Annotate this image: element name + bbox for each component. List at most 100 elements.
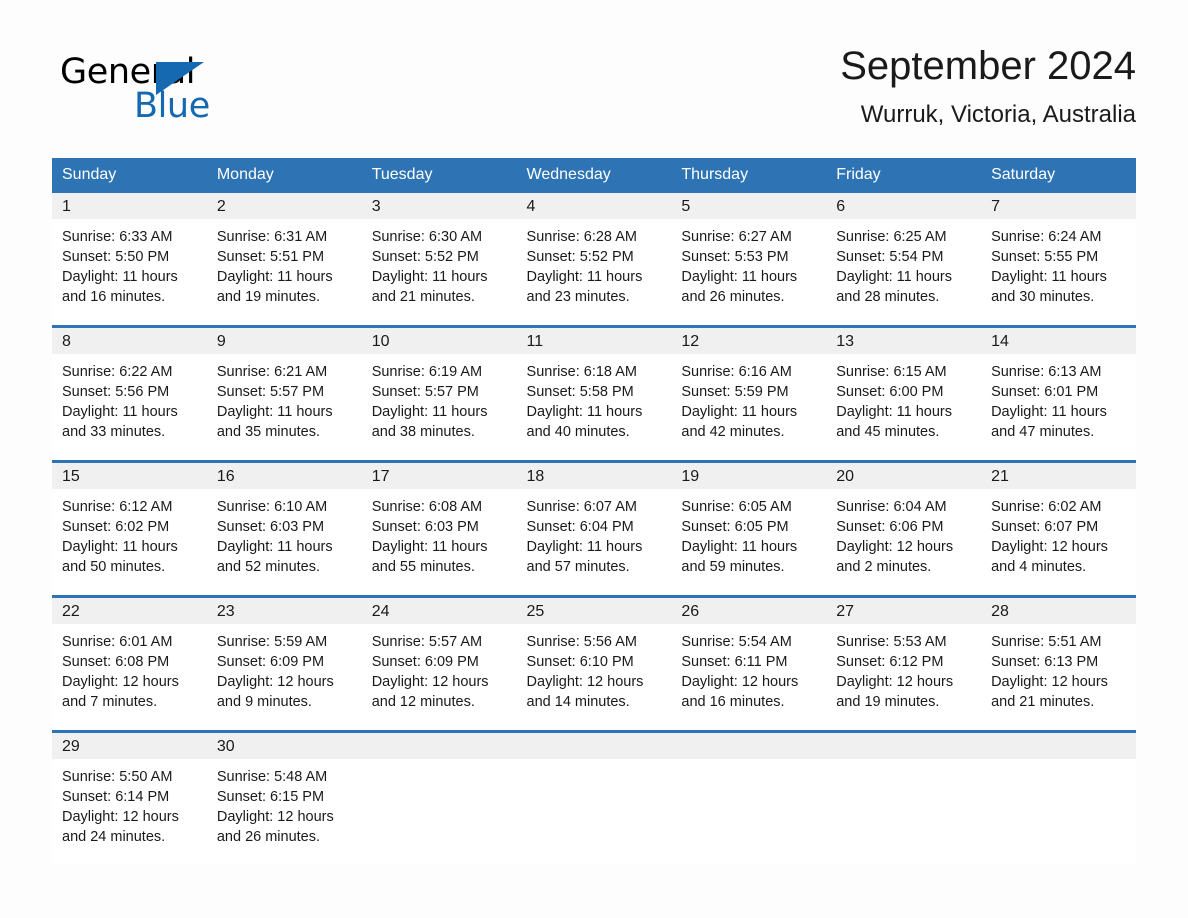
day-cell-inner: 29 Sunrise: 5:50 AM Sunset: 6:14 PM Dayl… [52, 733, 207, 865]
sunset-text: Sunset: 6:08 PM [62, 654, 170, 670]
daylight-text: Daylight: 12 hours and 24 minutes. [62, 809, 179, 845]
sunset-text: Sunset: 5:57 PM [371, 384, 479, 400]
calendar-day-cell[interactable]: 1 Sunrise: 6:33 AM Sunset: 5:50 PM Dayli… [52, 193, 207, 327]
calendar-day-cell[interactable]: 18 Sunrise: 6:07 AM Sunset: 6:04 PM Dayl… [516, 460, 672, 597]
calendar-day-cell[interactable]: 17 Sunrise: 6:08 AM Sunset: 6:03 PM Dayl… [361, 460, 517, 597]
sunrise-text: Sunrise: 6:10 AM [216, 499, 328, 515]
day-number: 6 [826, 193, 982, 219]
calendar-day-cell[interactable]: 21 Sunrise: 6:02 AM Sunset: 6:07 PM Dayl… [981, 460, 1136, 597]
calendar-week-row: 29 Sunrise: 5:50 AM Sunset: 6:14 PM Dayl… [52, 730, 1136, 865]
day-number: 2 [206, 193, 362, 219]
title-block: September 2024 Wurruk, Victoria, Austral… [840, 40, 1136, 132]
day-number: 28 [981, 598, 1136, 624]
sunrise-text: Sunrise: 6:24 AM [991, 229, 1102, 245]
day-number: 20 [826, 463, 982, 489]
day-cell-inner: 21 Sunrise: 6:02 AM Sunset: 6:07 PM Dayl… [981, 463, 1136, 595]
calendar-day-cell[interactable]: 27 Sunrise: 5:53 AM Sunset: 6:12 PM Dayl… [826, 595, 982, 732]
sunset-text: Sunset: 6:02 PM [62, 519, 170, 535]
day-details: Sunrise: 6:21 AM Sunset: 5:57 PM Dayligh… [207, 354, 362, 442]
calendar-week-row: 22 Sunrise: 6:01 AM Sunset: 6:08 PM Dayl… [52, 595, 1136, 732]
calendar-day-cell[interactable]: 13 Sunrise: 6:15 AM Sunset: 6:00 PM Dayl… [826, 325, 982, 462]
day-number: 23 [206, 598, 362, 624]
sunrise-text: Sunrise: 6:05 AM [681, 499, 792, 515]
sunrise-text: Sunrise: 6:01 AM [62, 634, 173, 650]
sunset-text: Sunset: 5:55 PM [991, 249, 1099, 265]
sunrise-text: Sunrise: 6:31 AM [216, 229, 328, 245]
calendar-day-cell[interactable]: 25 Sunrise: 5:56 AM Sunset: 6:10 PM Dayl… [516, 595, 672, 732]
sunrise-text: Sunrise: 6:28 AM [526, 229, 637, 245]
calendar-day-cell[interactable]: 30 Sunrise: 5:48 AM Sunset: 6:15 PM Dayl… [206, 730, 362, 865]
sunrise-text: Sunrise: 6:22 AM [62, 364, 173, 380]
calendar-day-cell[interactable]: 11 Sunrise: 6:18 AM Sunset: 5:58 PM Dayl… [516, 325, 672, 462]
sunrise-text: Sunrise: 6:27 AM [681, 229, 792, 245]
sunset-text: Sunset: 5:56 PM [62, 384, 170, 400]
day-cell-inner: 25 Sunrise: 5:56 AM Sunset: 6:10 PM Dayl… [516, 598, 672, 730]
day-number: 11 [516, 328, 672, 354]
sunrise-text: Sunrise: 6:21 AM [216, 364, 328, 380]
day-number: 5 [671, 193, 827, 219]
day-details: Sunrise: 6:19 AM Sunset: 5:57 PM Dayligh… [362, 354, 517, 442]
sunrise-text: Sunrise: 6:08 AM [371, 499, 483, 515]
calendar-day-cell[interactable]: 7 Sunrise: 6:24 AM Sunset: 5:55 PM Dayli… [981, 193, 1136, 327]
daylight-text: Daylight: 12 hours and 21 minutes. [991, 674, 1108, 710]
calendar-day-cell[interactable]: 2 Sunrise: 6:31 AM Sunset: 5:51 PM Dayli… [206, 193, 362, 327]
sunset-text: Sunset: 6:14 PM [62, 789, 170, 805]
day-details: Sunrise: 6:25 AM Sunset: 5:54 PM Dayligh… [826, 219, 981, 307]
daylight-text: Daylight: 11 hours and 40 minutes. [526, 404, 643, 440]
calendar-day-cell[interactable]: 20 Sunrise: 6:04 AM Sunset: 6:06 PM Dayl… [826, 460, 982, 597]
day-cell-inner: 4 Sunrise: 6:28 AM Sunset: 5:52 PM Dayli… [516, 193, 672, 325]
calendar-day-cell[interactable]: 3 Sunrise: 6:30 AM Sunset: 5:52 PM Dayli… [361, 193, 517, 327]
sunrise-text: Sunrise: 5:54 AM [681, 634, 792, 650]
day-cell-inner [981, 733, 1136, 865]
day-cell-inner: 27 Sunrise: 5:53 AM Sunset: 6:12 PM Dayl… [826, 598, 982, 730]
daylight-text: Daylight: 11 hours and 26 minutes. [681, 269, 798, 305]
daylight-text: Daylight: 12 hours and 12 minutes. [371, 674, 489, 710]
calendar-day-cell[interactable]: 12 Sunrise: 6:16 AM Sunset: 5:59 PM Dayl… [671, 325, 827, 462]
weekday-header-row: Sunday Monday Tuesday Wednesday Thursday… [52, 158, 1136, 193]
calendar-day-cell[interactable]: 4 Sunrise: 6:28 AM Sunset: 5:52 PM Dayli… [516, 193, 672, 327]
day-cell-inner [361, 733, 517, 865]
sunset-text: Sunset: 6:09 PM [216, 654, 325, 670]
day-cell-inner: 9 Sunrise: 6:21 AM Sunset: 5:57 PM Dayli… [206, 328, 362, 460]
calendar-day-cell[interactable]: 8 Sunrise: 6:22 AM Sunset: 5:56 PM Dayli… [52, 325, 207, 462]
sunrise-text: Sunrise: 6:12 AM [62, 499, 173, 515]
daylight-text: Daylight: 12 hours and 2 minutes. [836, 539, 954, 575]
day-cell-inner: 26 Sunrise: 5:54 AM Sunset: 6:11 PM Dayl… [671, 598, 827, 730]
sunset-text: Sunset: 5:52 PM [371, 249, 479, 265]
day-number: 1 [52, 193, 207, 219]
day-number: 14 [981, 328, 1136, 354]
calendar-day-cell[interactable]: 19 Sunrise: 6:05 AM Sunset: 6:05 PM Dayl… [671, 460, 827, 597]
daylight-text: Daylight: 11 hours and 23 minutes. [526, 269, 643, 305]
daylight-text: Daylight: 11 hours and 38 minutes. [371, 404, 488, 440]
day-number: 19 [671, 463, 827, 489]
sunset-text: Sunset: 5:50 PM [62, 249, 170, 265]
calendar-day-cell[interactable]: 26 Sunrise: 5:54 AM Sunset: 6:11 PM Dayl… [671, 595, 827, 732]
calendar-day-cell[interactable]: 10 Sunrise: 6:19 AM Sunset: 5:57 PM Dayl… [361, 325, 517, 462]
day-cell-inner: 16 Sunrise: 6:10 AM Sunset: 6:03 PM Dayl… [206, 463, 362, 595]
day-cell-inner: 15 Sunrise: 6:12 AM Sunset: 6:02 PM Dayl… [52, 463, 207, 595]
calendar-day-cell[interactable]: 28 Sunrise: 5:51 AM Sunset: 6:13 PM Dayl… [981, 595, 1136, 732]
calendar-day-cell[interactable]: 15 Sunrise: 6:12 AM Sunset: 6:02 PM Dayl… [52, 460, 207, 597]
sunset-text: Sunset: 5:57 PM [216, 384, 325, 400]
calendar-day-cell[interactable]: 22 Sunrise: 6:01 AM Sunset: 6:08 PM Dayl… [52, 595, 207, 732]
calendar-day-cell[interactable]: 24 Sunrise: 5:57 AM Sunset: 6:09 PM Dayl… [361, 595, 517, 732]
daylight-text: Daylight: 12 hours and 26 minutes. [216, 809, 334, 845]
calendar-day-cell[interactable]: 9 Sunrise: 6:21 AM Sunset: 5:57 PM Dayli… [206, 325, 362, 462]
daylight-text: Daylight: 11 hours and 42 minutes. [681, 404, 798, 440]
calendar-day-cell[interactable]: 6 Sunrise: 6:25 AM Sunset: 5:54 PM Dayli… [826, 193, 982, 327]
calendar-day-cell[interactable]: 23 Sunrise: 5:59 AM Sunset: 6:09 PM Dayl… [206, 595, 362, 732]
day-details: Sunrise: 5:59 AM Sunset: 6:09 PM Dayligh… [207, 624, 362, 712]
day-cell-inner [671, 733, 827, 865]
day-cell-inner: 14 Sunrise: 6:13 AM Sunset: 6:01 PM Dayl… [981, 328, 1136, 460]
day-number [516, 733, 672, 759]
calendar-day-cell[interactable]: 29 Sunrise: 5:50 AM Sunset: 6:14 PM Dayl… [52, 730, 207, 865]
calendar-day-cell[interactable]: 16 Sunrise: 6:10 AM Sunset: 6:03 PM Dayl… [206, 460, 362, 597]
calendar-header-row-group: Sunday Monday Tuesday Wednesday Thursday… [52, 158, 1136, 193]
day-cell-inner: 6 Sunrise: 6:25 AM Sunset: 5:54 PM Dayli… [826, 193, 982, 325]
day-cell-inner: 10 Sunrise: 6:19 AM Sunset: 5:57 PM Dayl… [361, 328, 517, 460]
calendar-day-cell[interactable]: 14 Sunrise: 6:13 AM Sunset: 6:01 PM Dayl… [981, 325, 1136, 462]
day-number: 30 [206, 733, 362, 759]
sunrise-text: Sunrise: 6:18 AM [526, 364, 637, 380]
calendar-day-cell-empty [516, 730, 672, 865]
calendar-day-cell[interactable]: 5 Sunrise: 6:27 AM Sunset: 5:53 PM Dayli… [671, 193, 827, 327]
